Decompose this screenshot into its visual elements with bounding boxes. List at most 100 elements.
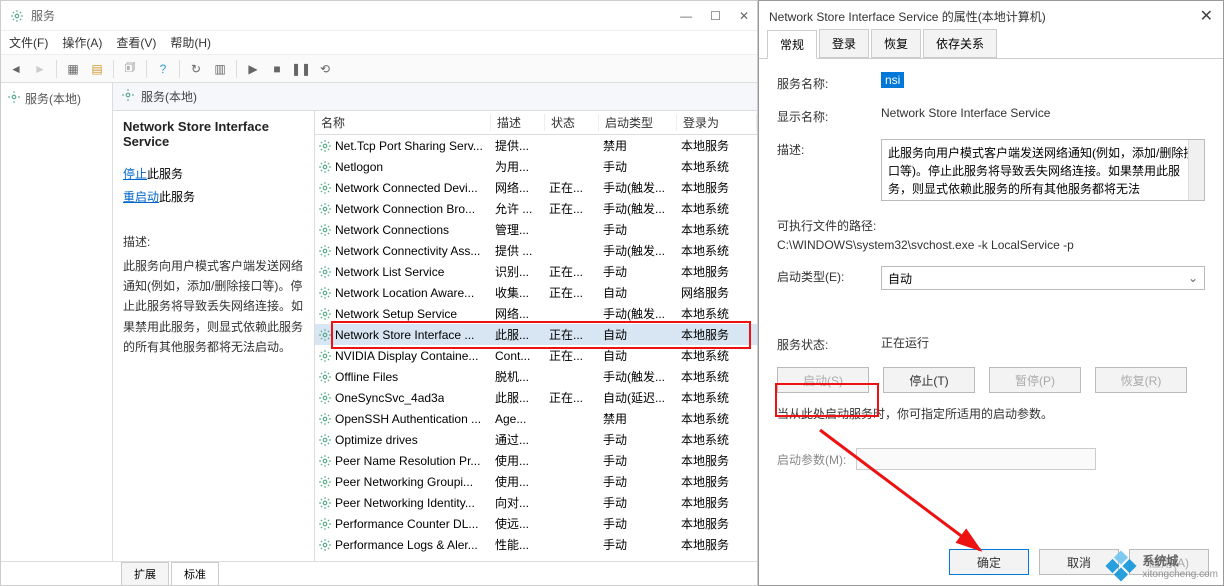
svc-desc: 通过... [491,431,545,448]
table-row[interactable]: Offline Files脱机...手动(触发...本地系统 [315,366,757,387]
table-row[interactable]: Performance Logs & Aler...性能...手动本地服务 [315,534,757,555]
svc-desc: 提供 ... [491,242,545,259]
col-name[interactable]: 名称 [315,114,491,131]
table-row[interactable]: Net.Tcp Port Sharing Serv...提供...禁用本地服务 [315,135,757,156]
svc-status: 正在... [545,347,599,364]
minimize-button[interactable]: — [680,9,692,23]
svc-name: Net.Tcp Port Sharing Serv... [335,139,483,153]
show-hide-button[interactable]: ▦ [62,58,84,80]
table-row[interactable]: Peer Networking Identity...向对...手动本地服务 [315,492,757,513]
menu-file[interactable]: 文件(F) [9,34,48,51]
ok-button[interactable]: 确定 [949,549,1029,575]
svc-startup: 手动(触发... [599,242,677,259]
gear-icon [317,370,333,384]
start-button[interactable]: 启动(S) [777,367,869,393]
selected-service-name: Network Store Interface Service [123,119,304,149]
svc-name: Peer Name Resolution Pr... [335,454,480,468]
table-row[interactable]: Network Connectivity Ass...提供 ...手动(触发..… [315,240,757,261]
table-row[interactable]: Network Connection Bro...允许 ...正在...手动(触… [315,198,757,219]
svc-name: NVIDIA Display Containe... [335,349,478,363]
startup-type-value: 自动 [888,270,912,287]
dialog-close-button[interactable]: ✕ [1200,6,1213,26]
maximize-button[interactable]: ☐ [710,9,721,23]
startup-type-dropdown[interactable]: 自动 ⌄ [881,266,1205,290]
control-buttons: 启动(S) 停止(T) 暂停(P) 恢复(R) [777,367,1205,393]
table-row[interactable]: NVIDIA Display Containe...Cont...正在...自动… [315,345,757,366]
svc-startup: 手动 [599,221,677,238]
tab-standard[interactable]: 标准 [171,562,219,585]
column-headers: 名称 描述 状态 启动类型 登录为 [315,111,757,135]
svc-desc: 网络... [491,305,545,322]
back-button[interactable]: ◄ [5,58,27,80]
svc-desc: 使用... [491,452,545,469]
restart-link[interactable]: 重启动 [123,190,159,204]
svc-name: Peer Networking Groupi... [335,475,473,489]
menu-action[interactable]: 操作(A) [62,34,102,51]
start-service-button[interactable]: ▶ [242,58,264,80]
dlg-desc-box[interactable]: 此服务向用户模式客户端发送网络通知(例如，添加/删除接口等)。停止此服务将导致丢… [881,139,1205,201]
tree-root[interactable]: 服务(本地) [5,87,108,110]
col-startup[interactable]: 启动类型 [599,114,677,131]
menu-view[interactable]: 查看(V) [116,34,156,51]
restart-service-button[interactable]: ⟲ [314,58,336,80]
svc-status: 正在... [545,263,599,280]
table-row[interactable]: Optimize drives通过...手动本地系统 [315,429,757,450]
chevron-down-icon: ⌄ [1188,271,1198,285]
tab-recovery[interactable]: 恢复 [871,29,921,58]
watermark: 系统城 xitongcheng.com [1110,552,1218,580]
refresh-button[interactable]: ↻ [185,58,207,80]
table-row[interactable]: Network Connected Devi...网络...正在...手动(触发… [315,177,757,198]
stop-link[interactable]: 停止 [123,167,147,181]
gear-icon [317,244,333,258]
tab-dependencies[interactable]: 依存关系 [923,29,997,58]
svc-logon: 本地系统 [677,158,757,175]
table-row[interactable]: OpenSSH Authentication ...Age...禁用本地系统 [315,408,757,429]
export-button[interactable]: 🗊 [119,58,141,80]
stop-button[interactable]: 停止(T) [883,367,975,393]
tab-general[interactable]: 常规 [767,30,817,59]
table-row[interactable]: Performance Counter DL...使远...手动本地服务 [315,513,757,534]
stop-service-button[interactable]: ■ [266,58,288,80]
list-button[interactable]: ▥ [209,58,231,80]
pause-button[interactable]: 暂停(P) [989,367,1081,393]
table-row[interactable]: Network Setup Service网络...手动(触发...本地系统 [315,303,757,324]
close-button[interactable]: ✕ [739,9,749,23]
svc-status: 正在... [545,389,599,406]
table-row[interactable]: Peer Networking Groupi...使用...手动本地服务 [315,471,757,492]
svc-desc: 使远... [491,515,545,532]
svc-desc: 允许 ... [491,200,545,217]
tab-extended[interactable]: 扩展 [121,562,169,585]
dlg-desc-text: 此服务向用户模式客户端发送网络通知(例如，添加/删除接口等)。停止此服务将导致丢… [888,146,1195,196]
dialog-title: Network Store Interface Service 的属性(本地计算… [769,8,1200,25]
table-row[interactable]: Network Store Interface ...此服...正在...自动本… [315,324,757,345]
table-row[interactable]: Peer Name Resolution Pr...使用...手动本地服务 [315,450,757,471]
tab-logon[interactable]: 登录 [819,29,869,58]
help-button[interactable]: ? [152,58,174,80]
menu-help[interactable]: 帮助(H) [170,34,211,51]
resume-button[interactable]: 恢复(R) [1095,367,1187,393]
table-row[interactable]: OneSyncSvc_4ad3a此服...正在...自动(延迟...本地系统 [315,387,757,408]
pause-service-button[interactable]: ❚❚ [290,58,312,80]
services-window: 服务 — ☐ ✕ 文件(F) 操作(A) 查看(V) 帮助(H) ◄ ► ▦ ▤… [0,0,758,586]
menubar: 文件(F) 操作(A) 查看(V) 帮助(H) [1,31,757,55]
properties-button[interactable]: ▤ [86,58,108,80]
col-logon[interactable]: 登录为 [677,114,757,131]
gear-icon [317,391,333,405]
gear-icon [7,90,21,107]
table-row[interactable]: Network List Service识别...正在...手动本地服务 [315,261,757,282]
cancel-button[interactable]: 取消 [1039,549,1119,575]
gear-icon [317,286,333,300]
gear-icon [317,265,333,279]
forward-button[interactable]: ► [29,58,51,80]
param-input[interactable] [856,448,1096,470]
svc-startup: 自动 [599,284,677,301]
scrollbar[interactable] [1188,140,1204,200]
table-row[interactable]: Network Location Aware...收集...正在...自动网络服… [315,282,757,303]
svc-startup: 手动 [599,452,677,469]
col-desc[interactable]: 描述 [491,114,545,131]
table-row[interactable]: Network Connections管理...手动本地系统 [315,219,757,240]
svc-desc: 此服... [491,389,545,406]
col-status[interactable]: 状态 [545,114,599,131]
svc-status: 正在... [545,179,599,196]
table-row[interactable]: Netlogon为用...手动本地系统 [315,156,757,177]
